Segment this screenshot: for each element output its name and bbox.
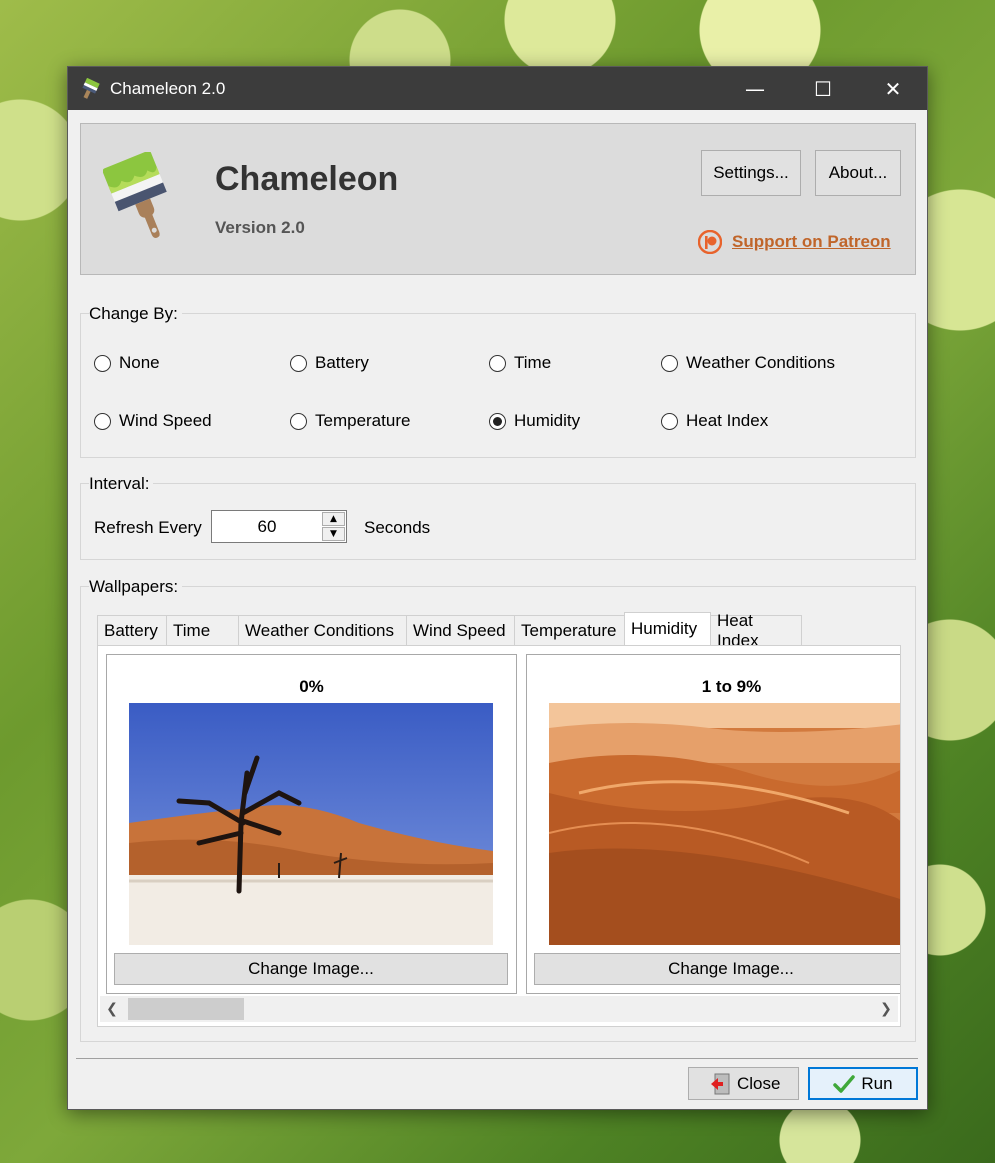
maximize-icon: ☐ (814, 76, 832, 101)
radio-circle (290, 412, 307, 430)
title-bar[interactable]: Chameleon 2.0 — ☐ ✕ (68, 67, 927, 110)
tab-humidity[interactable]: Humidity (624, 612, 711, 645)
paintbrush-logo-icon (103, 152, 167, 238)
radio-humidity[interactable]: Humidity (489, 411, 580, 431)
footer-divider (76, 1058, 918, 1059)
radio-circle (94, 412, 111, 430)
tab-temperature[interactable]: Temperature (514, 615, 625, 645)
radio-time[interactable]: Time (489, 353, 551, 373)
radio-label: None (119, 353, 160, 372)
increment-arrow-icon[interactable]: ▲ (322, 512, 345, 526)
minimize-button[interactable]: — (732, 67, 778, 110)
tab-weather-conditions[interactable]: Weather Conditions (238, 615, 407, 645)
about-button[interactable]: About... (815, 150, 901, 196)
change-image-button[interactable]: Change Image... (114, 953, 508, 985)
radio-wind-speed[interactable]: Wind Speed (94, 411, 212, 431)
radio-label: Weather Conditions (686, 353, 835, 372)
interval-group (80, 483, 916, 560)
run-button-label: Run (861, 1073, 893, 1093)
close-icon: ✕ (884, 76, 902, 101)
radio-circle (661, 412, 678, 430)
run-button[interactable]: Run (808, 1067, 918, 1100)
seconds-label: Seconds (364, 518, 431, 537)
header-panel: Chameleon Version 2.0 Settings... About.… (80, 123, 916, 275)
exit-door-icon (711, 1073, 730, 1094)
checkmark-icon (833, 1074, 856, 1093)
radio-label: Time (514, 353, 552, 372)
scroll-left-icon[interactable]: ❮ (100, 996, 124, 1022)
radio-circle (661, 354, 678, 372)
tab-battery[interactable]: Battery (97, 615, 167, 645)
radio-label: Wind Speed (119, 411, 212, 430)
patreon-link-label[interactable]: Support on Patreon (732, 232, 891, 252)
humidity-tab-panel: 0% Change Image... 1 to 9% Change Image.… (97, 645, 901, 1027)
radio-label: Humidity (514, 411, 581, 430)
settings-button[interactable]: Settings... (701, 150, 801, 196)
scroll-right-icon[interactable]: ❯ (874, 996, 898, 1022)
maximize-button[interactable]: ☐ (800, 67, 846, 110)
wallpaper-range-label: 1 to 9% (701, 677, 762, 696)
scroll-thumb[interactable] (128, 998, 244, 1020)
radio-circle (290, 354, 307, 372)
radio-circle (489, 354, 506, 372)
horizontal-scrollbar[interactable]: ❮ ❯ (100, 996, 898, 1022)
wallpaper-tabs: Battery Time Weather Conditions Wind Spe… (97, 611, 802, 650)
wallpaper-card: 1 to 9% Change Image... (526, 654, 900, 994)
wallpapers-label: Wallpapers: (89, 577, 183, 597)
radio-label: Heat Index (686, 411, 769, 430)
refresh-interval-stepper[interactable]: 60 ▲ ▼ (211, 510, 347, 543)
window-title: Chameleon 2.0 (110, 78, 226, 98)
refresh-interval-value[interactable]: 60 (212, 511, 322, 542)
close-button-label: Close (737, 1073, 781, 1093)
radio-circle-selected (489, 412, 506, 430)
refresh-every-label: Refresh Every (94, 518, 202, 537)
tab-heat-index[interactable]: Heat Index (710, 611, 802, 650)
tab-time[interactable]: Time (166, 615, 239, 645)
radio-circle (94, 354, 111, 372)
radio-none[interactable]: None (94, 353, 160, 373)
app-window: Chameleon 2.0 — ☐ ✕ Chameleon Version 2.… (67, 66, 928, 1110)
radio-heat-index[interactable]: Heat Index (661, 411, 768, 431)
radio-battery[interactable]: Battery (290, 353, 369, 373)
radio-label: Temperature (315, 411, 411, 430)
radio-label: Battery (315, 353, 369, 372)
wallpaper-range-label: 0% (299, 677, 324, 696)
change-image-button[interactable]: Change Image... (534, 953, 900, 985)
app-name: Chameleon (215, 160, 399, 198)
wallpaper-card: 0% Change Image... (106, 654, 517, 994)
decrement-arrow-icon[interactable]: ▼ (322, 527, 345, 541)
radio-temperature[interactable]: Temperature (290, 411, 410, 431)
radio-weather-conditions[interactable]: Weather Conditions (661, 353, 835, 373)
wallpaper-thumbnail (129, 703, 493, 945)
patreon-link[interactable]: Support on Patreon (698, 230, 891, 254)
close-button[interactable]: Close (688, 1067, 799, 1100)
change-by-group (80, 313, 916, 458)
app-icon (82, 77, 100, 99)
patreon-icon (698, 230, 722, 254)
wallpaper-thumbnail (549, 703, 900, 945)
close-window-button[interactable]: ✕ (870, 67, 916, 110)
app-version: Version 2.0 (215, 218, 305, 237)
change-by-label: Change By: (89, 304, 182, 324)
interval-label: Interval: (89, 474, 154, 494)
minimize-icon: — (745, 76, 765, 101)
tab-wind-speed[interactable]: Wind Speed (406, 615, 515, 645)
